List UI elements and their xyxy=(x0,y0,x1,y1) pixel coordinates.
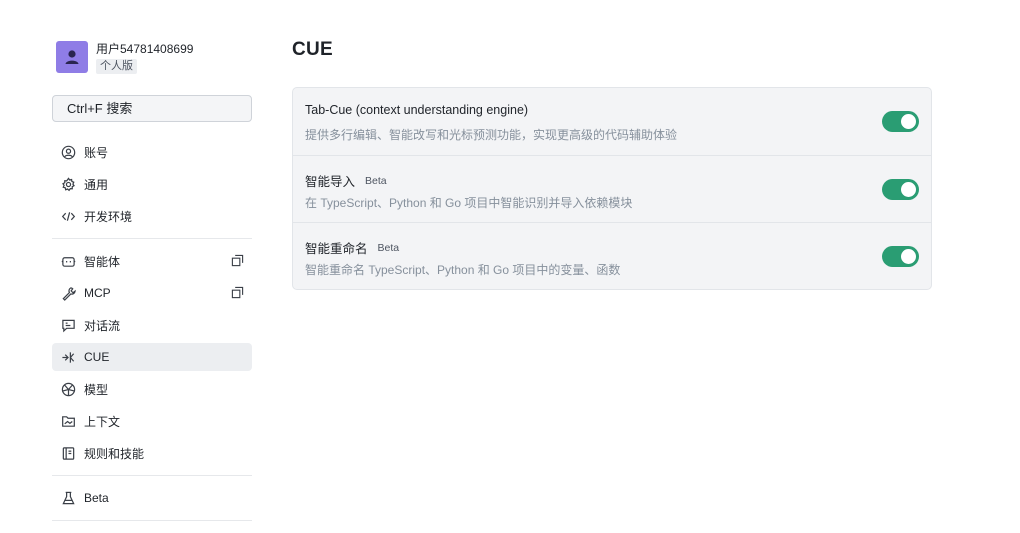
sidebar-item-account[interactable]: 账号 xyxy=(52,138,252,166)
sidebar-item-label: 对话流 xyxy=(84,318,121,333)
user-icon xyxy=(65,50,79,64)
page-title: CUE xyxy=(292,39,334,60)
sidebar-item-label: MCP xyxy=(84,286,111,300)
book-icon xyxy=(60,445,76,461)
sidebar-item-context[interactable]: 上下文 xyxy=(52,407,252,435)
smart-import-toggle[interactable] xyxy=(882,179,919,200)
sidebar-item-rules-skills[interactable]: 规则和技能 xyxy=(52,439,252,467)
setting-title: 智能导入 xyxy=(305,175,356,189)
sidebar-item-label: 规则和技能 xyxy=(84,446,145,461)
sidebar-item-agents[interactable]: 智能体 xyxy=(52,247,252,275)
gear-icon xyxy=(60,176,76,192)
sidebar-item-beta[interactable]: Beta xyxy=(52,484,252,512)
setting-row-smart-import: 智能导入 Beta 在 TypeScript、Python 和 Go 项目中智能… xyxy=(293,155,931,222)
sidebar-item-cue[interactable]: CUE xyxy=(52,343,252,371)
beta-badge: Beta xyxy=(377,241,400,254)
folder-icon xyxy=(60,413,76,429)
sidebar-item-label: Beta xyxy=(84,491,109,505)
setting-row-smart-rename: 智能重命名 Beta 智能重命名 TypeScript、Python 和 Go … xyxy=(293,222,931,289)
sidebar-item-label: 开发环境 xyxy=(84,209,133,224)
sidebar-item-mcp[interactable]: MCP xyxy=(52,279,252,307)
setting-description: 在 TypeScript、Python 和 Go 项目中智能识别并导入依赖模块 xyxy=(305,196,633,210)
account-icon xyxy=(60,144,76,160)
external-link-icon[interactable] xyxy=(230,285,244,299)
smart-rename-toggle[interactable] xyxy=(882,246,919,267)
divider xyxy=(52,475,252,476)
code-icon xyxy=(60,208,76,224)
toggle-knob xyxy=(901,249,916,264)
wrench-icon xyxy=(60,285,76,301)
sidebar-item-dev-env[interactable]: 开发环境 xyxy=(52,202,252,230)
chat-icon xyxy=(60,317,76,333)
sidebar-item-models[interactable]: 模型 xyxy=(52,375,252,403)
toggle-knob xyxy=(901,182,916,197)
sidebar-item-general[interactable]: 通用 xyxy=(52,170,252,198)
settings-card: Tab-Cue (context understanding engine) 提… xyxy=(292,87,932,290)
sidebar-item-label: CUE xyxy=(84,350,110,364)
toggle-knob xyxy=(901,114,916,129)
sidebar: 用户54781408699 个人版 Ctrl+F 搜索 账号 通用 开发环境 智… xyxy=(52,0,252,533)
sidebar-item-label: 账号 xyxy=(84,145,109,160)
divider xyxy=(52,238,252,239)
plan-badge: 个人版 xyxy=(96,59,137,74)
beta-badge: Beta xyxy=(365,174,387,187)
sidebar-item-label: 上下文 xyxy=(84,414,121,429)
avatar[interactable] xyxy=(56,41,88,73)
sidebar-item-label: 通用 xyxy=(84,177,109,192)
setting-row-tab-cue: Tab-Cue (context understanding engine) 提… xyxy=(293,88,931,155)
model-icon xyxy=(60,381,76,397)
user-profile[interactable]: 用户54781408699 个人版 xyxy=(56,41,193,74)
sidebar-item-label: 模型 xyxy=(84,382,109,397)
setting-title: Tab-Cue (context understanding engine) xyxy=(305,103,529,117)
flask-icon xyxy=(60,490,76,506)
setting-title: 智能重命名 xyxy=(305,242,368,256)
search-box[interactable]: Ctrl+F 搜索 xyxy=(52,95,252,122)
tab-cue-toggle[interactable] xyxy=(882,111,919,132)
user-name: 用户54781408699 xyxy=(96,42,194,56)
robot-icon xyxy=(60,253,76,269)
cue-icon xyxy=(60,349,76,365)
divider xyxy=(52,520,252,521)
setting-description: 提供多行编辑、智能改写和光标预测功能，实现更高级的代码辅助体验 xyxy=(305,128,678,142)
sidebar-item-label: 智能体 xyxy=(84,254,121,269)
setting-description: 智能重命名 TypeScript、Python 和 Go 项目中的变量、函数 xyxy=(305,263,621,277)
external-link-icon[interactable] xyxy=(230,253,244,267)
sidebar-item-conversation[interactable]: 对话流 xyxy=(52,311,252,339)
